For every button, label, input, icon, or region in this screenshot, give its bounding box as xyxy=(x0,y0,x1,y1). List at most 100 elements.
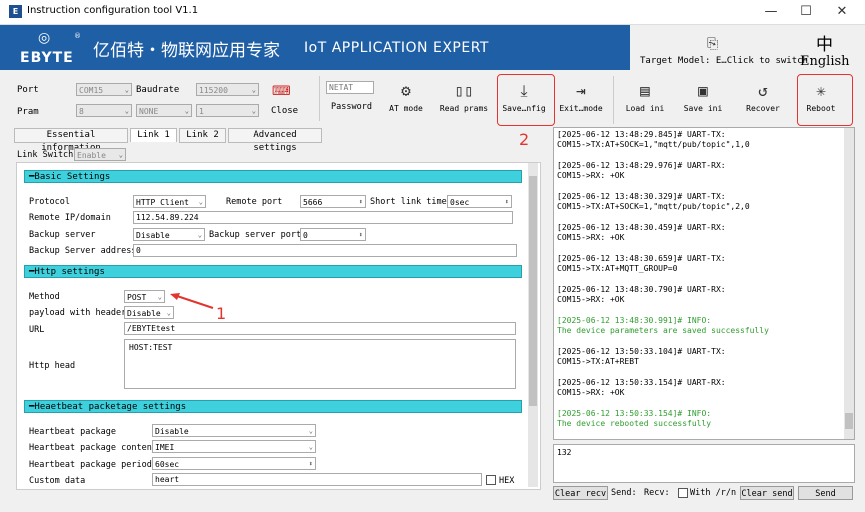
save-ini-button[interactable]: ▣ Save ini xyxy=(680,81,726,114)
log-output: [2025-06-12 13:48:29.845]# UART-TX: COM15… xyxy=(553,127,855,440)
log-entry-header: [2025-06-12 13:48:29.845]# UART-TX: xyxy=(557,130,726,139)
send-button[interactable]: Send xyxy=(798,486,853,500)
log-entry: [2025-06-12 13:48:30.459]# UART-RX: COM15… xyxy=(557,223,726,243)
basic-settings-header: ━Basic Settings xyxy=(24,170,522,183)
log-entry: [2025-06-12 13:48:30.790]# UART-RX: COM15… xyxy=(557,285,726,305)
databits-select[interactable]: 8 ⌄ xyxy=(76,104,132,117)
log-entry: [2025-06-12 13:48:29.845]# UART-TX: COM15… xyxy=(557,130,750,150)
password-input[interactable]: NETAT xyxy=(326,81,374,94)
hex-checkbox[interactable] xyxy=(486,475,496,485)
backup-port-stepper[interactable]: 0 ⬍ xyxy=(300,228,366,241)
port-select[interactable]: COM15 ⌄ xyxy=(76,83,132,96)
remote-port-stepper[interactable]: 5666 ⬍ xyxy=(300,195,366,208)
payload-select[interactable]: Disable ⌄ xyxy=(124,306,174,319)
annotation-box-reboot xyxy=(797,74,853,126)
at-mode-button[interactable]: ⚙ AT mode xyxy=(385,81,427,114)
with-rn-checkbox[interactable] xyxy=(678,488,688,498)
log-entry-body: COM15->TX:AT+SOCK=1,"mqtt/pub/topic",2,0 xyxy=(557,202,750,211)
close-window-button[interactable]: ✕ xyxy=(819,0,865,24)
log-entry: [2025-06-12 13:50:33.154]# INFO: The devi… xyxy=(557,409,711,429)
tab-advanced-settings[interactable]: Advanced settings xyxy=(228,128,322,153)
url-input[interactable]: /EBYTEtest xyxy=(124,322,516,335)
short-link-stepper[interactable]: 0sec ⬍ xyxy=(447,195,512,208)
port-label: Port xyxy=(17,85,39,95)
annotation-number-2: 2 xyxy=(519,130,530,149)
log-entry-body: COM15->TX:AT+MQTT_GROUP=0 xyxy=(557,264,678,273)
heartbeat-content-select[interactable]: IMEI ⌄ xyxy=(152,440,316,453)
exit-mode-button[interactable]: ⇥ Exit…mode xyxy=(556,81,606,114)
log-entry-header: [2025-06-12 13:50:33.154]# INFO: xyxy=(557,409,712,418)
document-icon: ▤ xyxy=(640,81,650,100)
log-entry-body: COM15->TX:AT+REBT xyxy=(557,357,639,366)
log-entry-header: [2025-06-12 13:48:30.790]# UART-RX: xyxy=(557,285,726,294)
backup-address-label: Backup Server address xyxy=(29,246,137,256)
annotation-box-save xyxy=(497,74,555,126)
log-scrollbar[interactable] xyxy=(844,128,854,439)
heartbeat-settings-header: ━Heaetbeat packetage settings xyxy=(24,400,522,413)
remote-ip-input[interactable]: 112.54.89.224 xyxy=(133,211,513,224)
log-entry: [2025-06-12 13:48:30.659]# UART-TX: COM15… xyxy=(557,254,726,274)
parity-select[interactable]: NONE ⌄ xyxy=(136,104,192,117)
log-entry-body: COM15->RX: +OK xyxy=(557,388,625,397)
clear-send-button[interactable]: Clear send xyxy=(740,486,794,500)
heartbeat-period-label: Heartbeat package period xyxy=(29,460,152,470)
gear-icon: ⚙ xyxy=(401,81,411,100)
log-entry-body: The device parameters are saved successf… xyxy=(557,326,769,335)
target-model-link[interactable]: Target Model: E…Click to switch xyxy=(640,56,808,66)
log-entry: [2025-06-12 13:48:30.329]# UART-TX: COM15… xyxy=(557,192,750,212)
serial-port-icon: ⌨ xyxy=(272,84,291,99)
stopbits-select[interactable]: 1 ⌄ xyxy=(196,104,259,117)
pram-label: Pram xyxy=(17,107,39,117)
baudrate-label: Baudrate xyxy=(136,85,180,95)
log-entry-header: [2025-06-12 13:48:30.991]# INFO: xyxy=(557,316,712,325)
protocol-label: Protocol xyxy=(29,197,70,207)
method-select[interactable]: POST ⌄ xyxy=(124,290,165,303)
backup-port-label: Backup server port xyxy=(209,230,302,240)
exit-icon: ⇥ xyxy=(576,81,586,100)
log-entry: [2025-06-12 13:50:33.154]# UART-RX: COM15… xyxy=(557,378,726,398)
http-head-textarea[interactable]: HOST:TEST xyxy=(124,339,516,389)
log-entry-header: [2025-06-12 13:50:33.104]# UART-TX: xyxy=(557,347,726,356)
divider xyxy=(613,76,614,124)
heartbeat-content-label: Heartbeat package content xyxy=(29,443,157,453)
panel-scroll-thumb[interactable] xyxy=(529,176,537,406)
tab-link-2[interactable]: Link 2 xyxy=(179,128,226,143)
tab-essential-information[interactable]: Essential information xyxy=(14,128,128,153)
method-label: Method xyxy=(29,292,60,302)
remote-ip-label: Remote IP/domain xyxy=(29,213,111,223)
log-entry-body: COM15->TX:AT+SOCK=1,"mqtt/pub/topic",1,0 xyxy=(557,140,750,149)
log-entry-body: COM15->RX: +OK xyxy=(557,295,625,304)
read-params-button[interactable]: ▯▯ Read prams xyxy=(437,82,491,114)
language-toggle[interactable]: English xyxy=(800,54,850,69)
logo: EBYTE xyxy=(20,50,74,66)
recover-button[interactable]: ↺ Recover xyxy=(740,81,786,114)
log-entry: [2025-06-12 13:50:33.104]# UART-TX: COM15… xyxy=(557,347,726,367)
log-entry: [2025-06-12 13:48:30.991]# INFO: The devi… xyxy=(557,316,769,336)
backup-server-select[interactable]: Disable ⌄ xyxy=(133,228,205,241)
log-entry-header: [2025-06-12 13:48:30.329]# UART-TX: xyxy=(557,192,726,201)
http-settings-header: ━Http settings xyxy=(24,265,522,278)
save-icon: ▣ xyxy=(698,81,708,100)
baudrate-select[interactable]: 115200 ⌄ xyxy=(196,83,259,96)
divider xyxy=(319,76,320,121)
custom-data-input[interactable]: heart xyxy=(152,473,482,486)
protocol-select[interactable]: HTTP Client ⌄ xyxy=(133,195,206,208)
log-entry-header: [2025-06-12 13:48:30.459]# UART-RX: xyxy=(557,223,726,232)
link-switch-select[interactable]: Enable ⌄ xyxy=(74,148,126,161)
switch-model-icon[interactable]: ⎘ xyxy=(707,36,718,52)
tab-link-1[interactable]: Link 1 xyxy=(130,128,177,142)
log-scroll-thumb[interactable] xyxy=(845,413,853,429)
close-port-button[interactable]: Close xyxy=(271,106,298,116)
logo-globe-icon: ◎ xyxy=(38,30,51,46)
log-entry: [2025-06-12 13:48:29.976]# UART-RX: COM15… xyxy=(557,161,726,181)
load-ini-button[interactable]: ▤ Load ini xyxy=(622,81,668,114)
send-input[interactable]: 132 xyxy=(553,444,855,483)
heartbeat-package-select[interactable]: Disable ⌄ xyxy=(152,424,316,437)
app-icon: E xyxy=(9,5,22,18)
backup-address-input[interactable]: 0 xyxy=(133,244,517,257)
clear-recv-button[interactable]: Clear recv xyxy=(553,486,608,500)
recover-icon: ↺ xyxy=(758,81,768,100)
log-entry-body: COM15->RX: +OK xyxy=(557,233,625,242)
language-icon[interactable]: 中 xyxy=(816,30,833,55)
heartbeat-period-stepper[interactable]: 60sec ⬍ xyxy=(152,457,316,470)
